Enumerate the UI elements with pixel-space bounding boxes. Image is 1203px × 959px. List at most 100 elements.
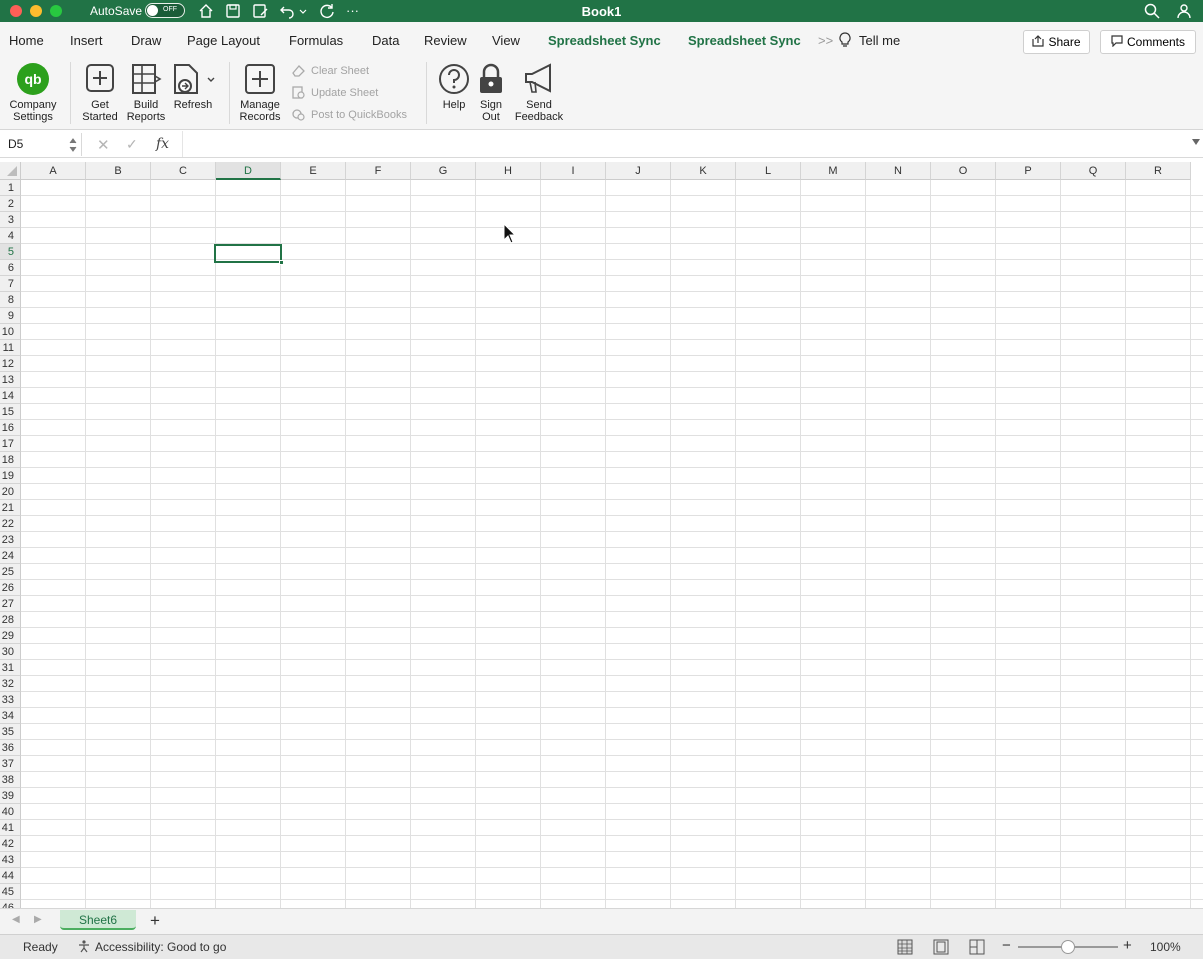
row-header-26[interactable]: 26: [0, 580, 21, 596]
row-header-19[interactable]: 19: [0, 468, 21, 484]
formula-input[interactable]: [182, 131, 1190, 157]
zoom-slider-thumb[interactable]: [1061, 940, 1075, 954]
row-header-30[interactable]: 30: [0, 644, 21, 660]
search-icon[interactable]: [1143, 2, 1161, 20]
row-header-38[interactable]: 38: [0, 772, 21, 788]
autosave-toggle[interactable]: OFF: [145, 3, 185, 18]
add-sheet-button[interactable]: +: [150, 911, 160, 931]
column-header-i[interactable]: I: [541, 162, 606, 180]
zoom-out-button[interactable]: −: [1002, 937, 1011, 954]
column-header-r[interactable]: R: [1126, 162, 1191, 180]
insert-function-icon[interactable]: fx: [156, 136, 169, 152]
row-header-2[interactable]: 2: [0, 196, 21, 212]
sheet-tab-sheet6[interactable]: Sheet6: [60, 910, 136, 930]
post-to-quickbooks-button[interactable]: Post to QuickBooks: [292, 109, 407, 121]
row-header-10[interactable]: 10: [0, 324, 21, 340]
row-header-16[interactable]: 16: [0, 420, 21, 436]
row-header-45[interactable]: 45: [0, 884, 21, 900]
row-header-1[interactable]: 1: [0, 180, 21, 196]
name-box[interactable]: D5: [0, 133, 82, 156]
row-header-11[interactable]: 11: [0, 340, 21, 356]
build-reports-button[interactable]: Build Reports: [124, 60, 168, 123]
column-header-b[interactable]: B: [86, 162, 151, 180]
next-sheet-icon[interactable]: ▶: [34, 914, 42, 925]
cancel-formula-icon[interactable]: ✕: [97, 136, 110, 154]
get-started-button[interactable]: Get Started: [78, 60, 122, 123]
tab-spreadsheet-sync[interactable]: Spreadsheet Sync: [548, 33, 661, 48]
row-header-25[interactable]: 25: [0, 564, 21, 580]
tab-data[interactable]: Data: [372, 33, 399, 48]
save-as-icon[interactable]: [251, 2, 269, 20]
column-header-j[interactable]: J: [606, 162, 671, 180]
zoom-in-button[interactable]: +: [1123, 937, 1132, 954]
tell-me-search[interactable]: Tell me: [859, 33, 900, 48]
row-header-27[interactable]: 27: [0, 596, 21, 612]
column-header-c[interactable]: C: [151, 162, 216, 180]
undo-dropdown-icon[interactable]: [298, 2, 308, 20]
zoom-level[interactable]: 100%: [1150, 940, 1181, 954]
column-header-a[interactable]: A: [21, 162, 86, 180]
row-header-43[interactable]: 43: [0, 852, 21, 868]
enter-formula-icon[interactable]: ✓: [126, 136, 138, 153]
active-cell[interactable]: [214, 244, 284, 265]
column-header-l[interactable]: L: [736, 162, 801, 180]
comments-button[interactable]: Comments: [1100, 30, 1196, 54]
column-header-k[interactable]: K: [671, 162, 736, 180]
tab-formulas[interactable]: Formulas: [289, 33, 343, 48]
undo-icon[interactable]: [278, 2, 296, 20]
account-icon[interactable]: [1176, 2, 1194, 20]
column-header-n[interactable]: N: [866, 162, 931, 180]
redo-icon[interactable]: [318, 2, 336, 20]
row-header-44[interactable]: 44: [0, 868, 21, 884]
row-header-40[interactable]: 40: [0, 804, 21, 820]
normal-view-icon[interactable]: [897, 939, 913, 955]
worksheet-grid[interactable]: ABCDEFGHIJKLMNOPQR 1 2 3 4 5 6 7 8 9 10 11 12 13 14 15…: [0, 162, 1203, 908]
column-header-q[interactable]: Q: [1061, 162, 1126, 180]
row-header-8[interactable]: 8: [0, 292, 21, 308]
tab-insert[interactable]: Insert: [70, 33, 103, 48]
tab-review[interactable]: Review: [424, 33, 467, 48]
row-header-7[interactable]: 7: [0, 276, 21, 292]
refresh-button[interactable]: Refresh: [170, 60, 216, 111]
page-break-view-icon[interactable]: [969, 939, 985, 955]
page-layout-view-icon[interactable]: [933, 939, 949, 955]
row-header-14[interactable]: 14: [0, 388, 21, 404]
row-header-9[interactable]: 9: [0, 308, 21, 324]
row-header-28[interactable]: 28: [0, 612, 21, 628]
row-header-4[interactable]: 4: [0, 228, 21, 244]
clear-sheet-button[interactable]: Clear Sheet: [292, 65, 369, 77]
row-header-21[interactable]: 21: [0, 500, 21, 516]
update-sheet-button[interactable]: Update Sheet: [292, 86, 378, 99]
row-header-5[interactable]: 5: [0, 244, 21, 260]
row-header-17[interactable]: 17: [0, 436, 21, 452]
select-all-button[interactable]: [0, 162, 21, 180]
row-header-36[interactable]: 36: [0, 740, 21, 756]
row-header-18[interactable]: 18: [0, 452, 21, 468]
accessibility-status[interactable]: Accessibility: Good to go: [95, 940, 226, 954]
row-header-29[interactable]: 29: [0, 628, 21, 644]
row-header-39[interactable]: 39: [0, 788, 21, 804]
tab-view[interactable]: View: [492, 33, 520, 48]
sign-out-button[interactable]: Sign Out: [474, 60, 508, 123]
row-header-33[interactable]: 33: [0, 692, 21, 708]
column-header-d[interactable]: D: [216, 162, 281, 180]
help-button[interactable]: Help: [436, 60, 472, 111]
tab-overflow-icon[interactable]: >>: [818, 33, 833, 48]
row-header-12[interactable]: 12: [0, 356, 21, 372]
tab-draw[interactable]: Draw: [131, 33, 161, 48]
column-header-g[interactable]: G: [411, 162, 476, 180]
row-header-22[interactable]: 22: [0, 516, 21, 532]
save-icon[interactable]: [224, 2, 242, 20]
tab-spreadsheet-sync-2[interactable]: Spreadsheet Sync: [688, 33, 801, 48]
row-header-3[interactable]: 3: [0, 212, 21, 228]
zoom-window-button[interactable]: [50, 5, 62, 17]
row-header-20[interactable]: 20: [0, 484, 21, 500]
expand-formula-bar-icon[interactable]: [1192, 139, 1200, 145]
manage-records-button[interactable]: Manage Records: [236, 60, 284, 123]
minimize-window-button[interactable]: [30, 5, 42, 17]
row-header-31[interactable]: 31: [0, 660, 21, 676]
row-header-24[interactable]: 24: [0, 548, 21, 564]
company-settings-button[interactable]: qb Company Settings: [4, 60, 62, 123]
previous-sheet-icon[interactable]: ◀: [12, 914, 20, 925]
more-options-icon[interactable]: ···: [346, 3, 359, 18]
